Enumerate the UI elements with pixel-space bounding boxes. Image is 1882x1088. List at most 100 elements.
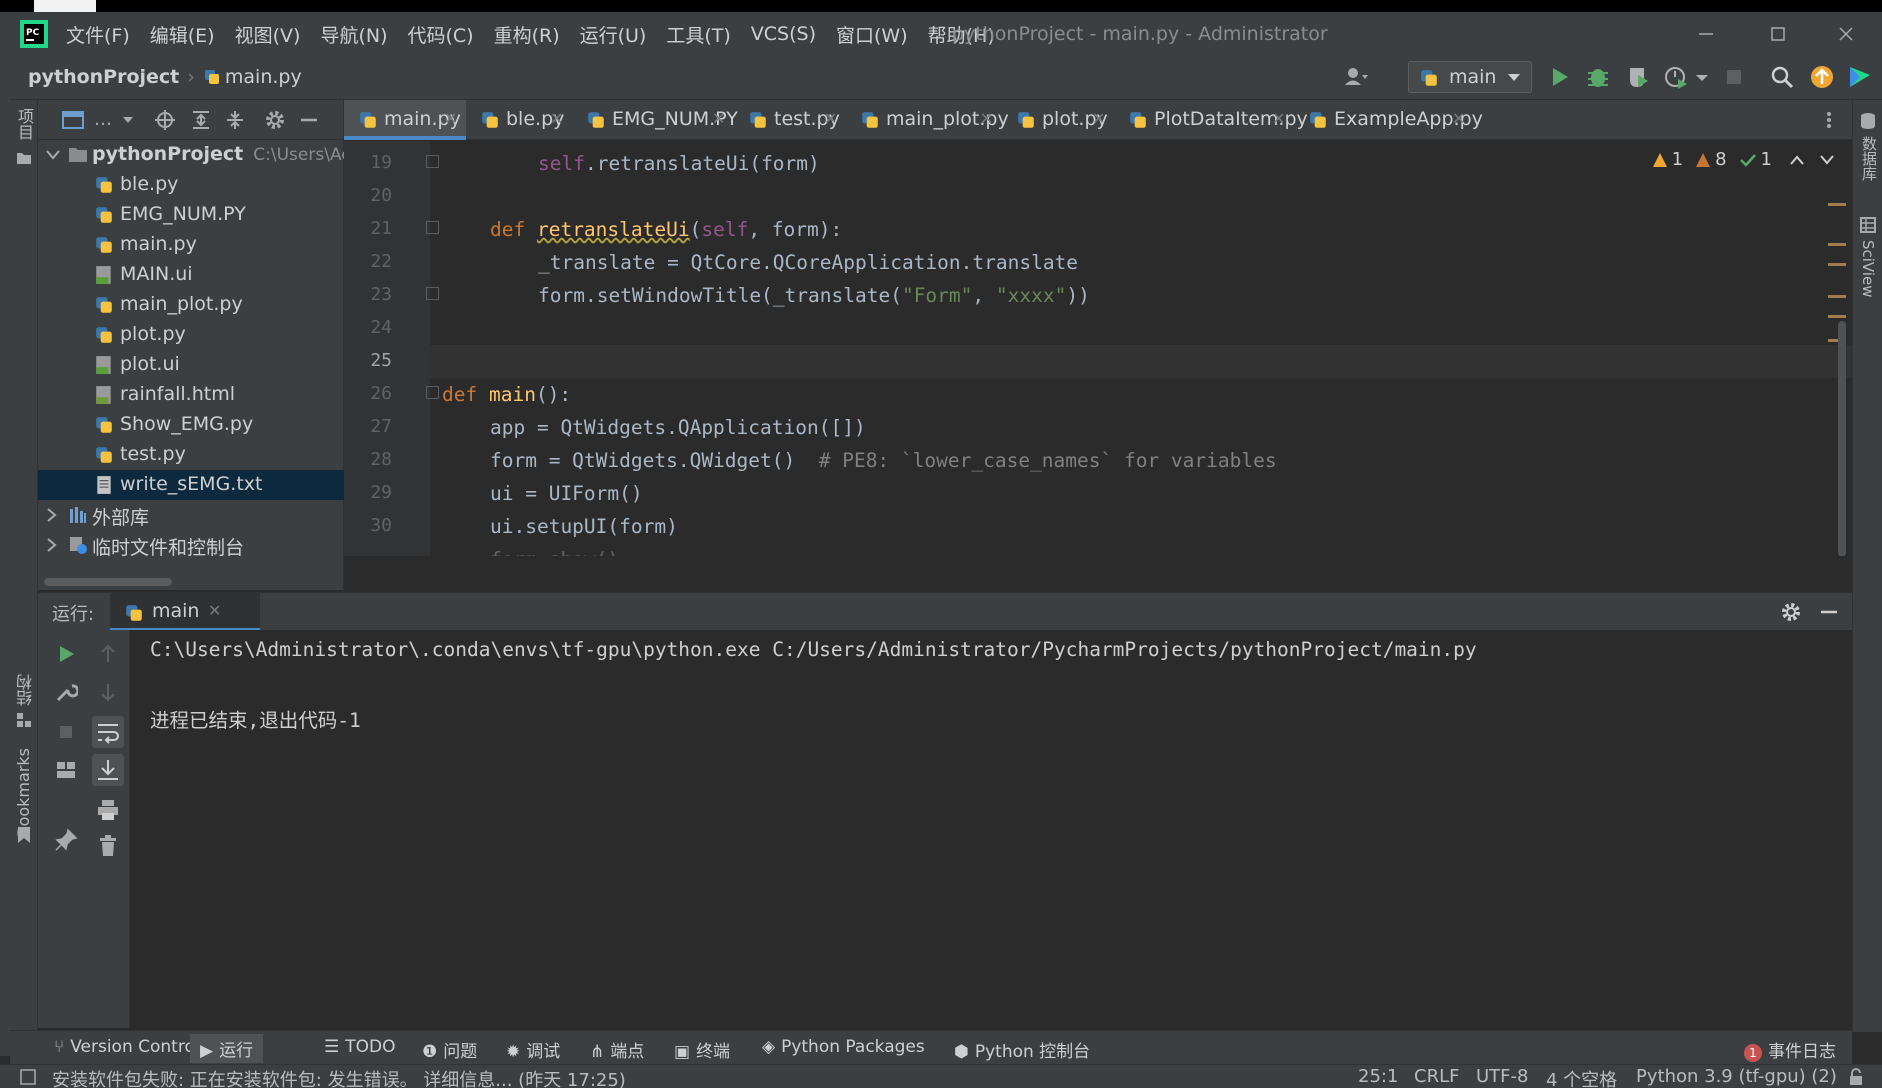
menu-item[interactable]: VCS(S) xyxy=(751,23,816,45)
menu-item[interactable]: 编辑(E) xyxy=(150,21,215,48)
more-tabs-icon[interactable] xyxy=(1826,110,1832,130)
structure-tool-button[interactable]: 结构 xyxy=(14,674,38,706)
editor-tab[interactable]: ble.py ✕ xyxy=(466,100,572,140)
breadcrumb-file[interactable]: main.py xyxy=(225,66,302,88)
update-icon[interactable] xyxy=(1808,63,1836,91)
menu-item[interactable]: 工具(T) xyxy=(666,21,730,48)
editor-scrollbar[interactable] xyxy=(1838,321,1846,556)
rerun-icon[interactable] xyxy=(54,642,78,666)
tab-run[interactable]: ▶ 运行 xyxy=(190,1034,264,1063)
database-tool-button[interactable]: 数据库 xyxy=(1859,136,1880,181)
menu-item[interactable]: 导航(N) xyxy=(320,21,387,48)
hide-panel-icon[interactable] xyxy=(298,109,320,131)
error-stripe-mark[interactable] xyxy=(1828,315,1846,318)
fold-marker[interactable] xyxy=(426,155,439,168)
profile-dropdown-icon[interactable] xyxy=(1694,63,1710,91)
close-tab-icon[interactable]: ✕ xyxy=(1092,109,1105,128)
editor-tab[interactable]: main_plot.py ✕ xyxy=(846,100,1009,140)
tab-python-console[interactable]: ⬢ Python 控制台 xyxy=(954,1037,1090,1062)
tree-file-item[interactable]: rainfall.html xyxy=(38,380,344,410)
lock-icon[interactable] xyxy=(1848,1068,1864,1086)
editor-tab[interactable]: ExampleApp.py ✕ xyxy=(1294,100,1483,140)
project-tool-button[interactable]: 项目 xyxy=(12,108,36,140)
stop-icon[interactable] xyxy=(1720,63,1748,91)
close-tab-icon[interactable]: ✕ xyxy=(980,109,993,128)
maximize-icon[interactable] xyxy=(1766,22,1790,46)
fold-marker[interactable] xyxy=(426,221,439,234)
menu-item[interactable]: 窗口(W) xyxy=(836,21,908,48)
tree-file-item[interactable]: write_sEMG.txt xyxy=(38,470,344,500)
minimize-icon[interactable] xyxy=(1694,22,1718,46)
print-icon[interactable] xyxy=(96,798,120,822)
python-interpreter[interactable]: Python 3.9 (tf-gpu) (2) xyxy=(1636,1066,1837,1087)
tree-file-item[interactable]: test.py xyxy=(38,440,344,470)
profile-icon[interactable] xyxy=(1662,63,1690,91)
editor-tab[interactable]: test.py ✕ xyxy=(734,100,846,140)
scroll-to-end-icon[interactable] xyxy=(92,754,124,786)
error-stripe-mark[interactable] xyxy=(1828,295,1846,298)
inspection-widget[interactable]: 1 8 1 xyxy=(1652,149,1834,170)
menu-item[interactable]: 视图(V) xyxy=(235,21,301,48)
breadcrumb-project[interactable]: pythonProject xyxy=(28,66,179,88)
error-stripe-mark[interactable] xyxy=(1828,203,1846,206)
close-tab-icon[interactable]: ✕ xyxy=(550,109,563,128)
tab-todo[interactable]: ☰ TODO xyxy=(324,1037,396,1057)
arrow-down-icon[interactable] xyxy=(96,680,120,704)
close-tab-icon[interactable]: ✕ xyxy=(712,109,725,128)
fold-marker[interactable] xyxy=(426,287,439,300)
tab-endpoints[interactable]: ⋔ 端点 xyxy=(590,1037,644,1062)
close-tab-icon[interactable]: ✕ xyxy=(444,109,457,128)
gear-icon[interactable] xyxy=(264,109,286,131)
tree-file-item[interactable]: MAIN.ui xyxy=(38,260,344,290)
debug-icon[interactable] xyxy=(1584,63,1612,91)
soft-wrap-icon[interactable] xyxy=(92,716,124,748)
close-tab-icon[interactable]: ✕ xyxy=(208,601,221,620)
tree-file-item[interactable]: main.py xyxy=(38,230,344,260)
close-window-icon[interactable] xyxy=(1834,22,1858,46)
tree-file-item[interactable]: ble.py xyxy=(38,170,344,200)
hide-panel-icon[interactable] xyxy=(1818,601,1840,623)
arrow-up-icon[interactable] xyxy=(96,642,120,666)
menu-item[interactable]: 代码(C) xyxy=(407,21,473,48)
run-config-selector[interactable]: main xyxy=(1408,61,1532,93)
layout-icon[interactable] xyxy=(54,758,78,782)
gear-icon[interactable] xyxy=(1780,601,1802,623)
run-icon[interactable] xyxy=(1546,63,1574,91)
file-encoding[interactable]: UTF-8 xyxy=(1476,1066,1528,1087)
toggle-tool-windows-icon[interactable] xyxy=(20,1069,36,1085)
tree-scratches[interactable]: 临时文件和控制台 xyxy=(38,530,344,560)
locate-file-icon[interactable] xyxy=(154,109,176,131)
stop-icon[interactable] xyxy=(54,720,78,744)
project-view-icon[interactable] xyxy=(62,110,84,130)
tab-terminal[interactable]: ▣ 终端 xyxy=(674,1037,730,1062)
menu-item[interactable]: 文件(F) xyxy=(66,21,130,48)
pin-icon[interactable] xyxy=(54,828,78,852)
close-tab-icon[interactable]: ✕ xyxy=(1272,109,1285,128)
expand-all-icon[interactable] xyxy=(190,109,212,131)
tree-file-item[interactable]: plot.ui xyxy=(38,350,344,380)
search-icon[interactable] xyxy=(1768,63,1796,91)
code-editor[interactable]: 19 20 21 22 23 24 25 26 27 28 29 30 self.retranslat… xyxy=(344,141,1852,556)
run-tab-main[interactable]: main ✕ xyxy=(110,593,260,631)
chevron-up-icon[interactable] xyxy=(1790,154,1804,165)
bookmarks-tool-button[interactable]: Bookmarks xyxy=(14,748,33,837)
editor-tab[interactable]: main.py ✕ xyxy=(344,100,466,140)
editor-tab[interactable]: plot.py ✕ xyxy=(1002,100,1114,140)
caret-position[interactable]: 25:1 xyxy=(1358,1066,1398,1087)
chevron-down-icon[interactable] xyxy=(1820,154,1834,165)
tab-problems[interactable]: ❶ 问题 xyxy=(422,1037,477,1062)
chevron-down-icon[interactable] xyxy=(122,115,134,125)
tab-python-packages[interactable]: ◈ Python Packages xyxy=(762,1037,925,1057)
fold-marker[interactable] xyxy=(426,386,439,399)
editor-tab[interactable]: EMG_NUM.PY ✕ xyxy=(572,100,738,140)
chevron-down-icon[interactable] xyxy=(46,149,60,161)
tree-root-project[interactable]: pythonProject C:\Users\Ac xyxy=(38,140,351,170)
close-tab-icon[interactable]: ✕ xyxy=(1452,109,1465,128)
menu-item[interactable]: 运行(U) xyxy=(580,21,647,48)
tab-version-control[interactable]: ⑂ Version Control xyxy=(54,1037,200,1057)
chevron-right-icon[interactable] xyxy=(46,508,58,522)
trash-icon[interactable] xyxy=(96,834,120,858)
error-stripe-mark[interactable] xyxy=(1828,243,1846,246)
tab-debug[interactable]: ✹ 调试 xyxy=(506,1037,560,1062)
tree-external-libraries[interactable]: 外部库 xyxy=(38,500,344,530)
